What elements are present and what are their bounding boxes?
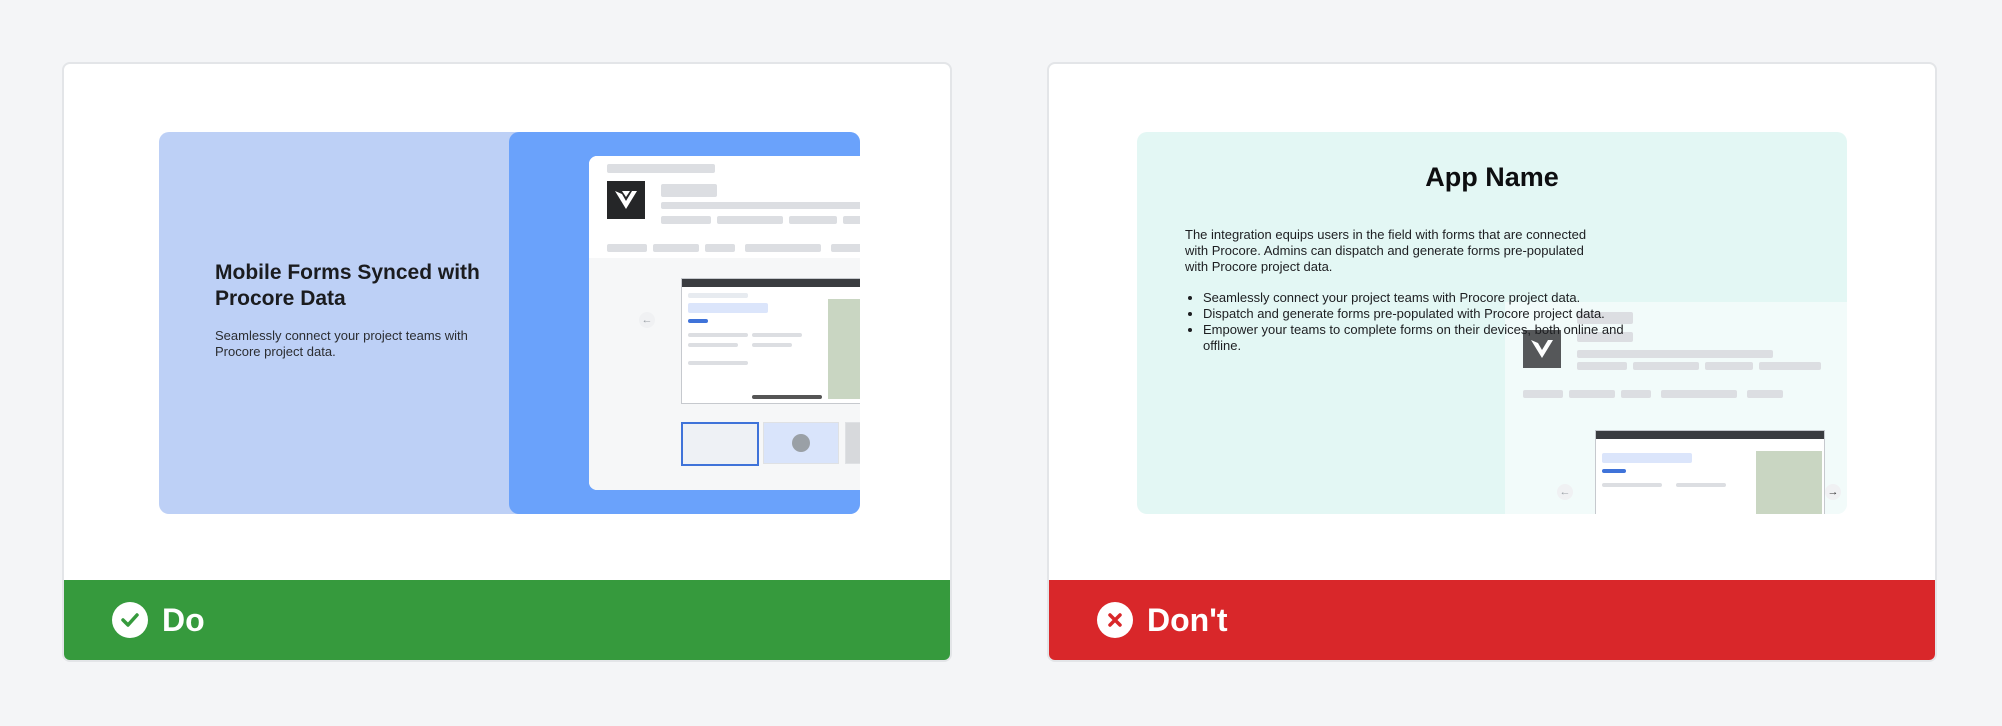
arrow-right-icon: → <box>1825 484 1841 500</box>
mockup-gallery: ← <box>589 258 860 490</box>
gallery-thumb-1[interactable] <box>681 422 759 466</box>
do-label: Do <box>162 601 205 638</box>
banner-headline: Mobile Forms Synced with Procore Data <box>215 261 480 310</box>
feature-list: Seamlessly connect your project teams wi… <box>1185 290 1663 354</box>
description-paragraph: The integration equips users in the fiel… <box>1185 227 1587 274</box>
banner-description: Seamlessly connect your project teams wi… <box>215 328 468 359</box>
dont-preview-banner: ← → App Name The integration equips user… <box>1137 132 1847 514</box>
mockup-header <box>589 156 860 259</box>
play-icon <box>792 434 810 452</box>
gallery-thumb-3[interactable] <box>845 422 860 464</box>
dont-footer: Don't <box>1049 580 1935 660</box>
list-item: Seamlessly connect your project teams wi… <box>1203 290 1663 306</box>
gallery-thumb-2[interactable] <box>763 422 839 464</box>
app-listing-mockup: ← <box>589 156 860 490</box>
check-circle-icon <box>112 602 148 638</box>
screenshot-preview <box>1595 430 1825 514</box>
screenshot-preview <box>681 278 860 404</box>
arrow-left-icon: ← <box>1557 484 1573 500</box>
do-preview-banner: Mobile Forms Synced with Procore Data Se… <box>159 132 860 514</box>
app-name-title: App Name <box>1425 162 1559 192</box>
x-circle-icon <box>1097 602 1133 638</box>
dont-label: Don't <box>1147 601 1228 638</box>
app-logo-icon <box>607 181 645 219</box>
list-item: Dispatch and generate forms pre-populate… <box>1203 306 1663 322</box>
do-footer: Do <box>64 580 950 660</box>
list-item: Empower your teams to complete forms on … <box>1203 322 1663 354</box>
map-thumbnail <box>1756 451 1822 514</box>
map-thumbnail <box>828 299 860 399</box>
arrow-left-icon: ← <box>639 312 655 328</box>
do-example-card: Mobile Forms Synced with Procore Data Se… <box>62 62 952 662</box>
dont-example-card: ← → App Name The integration equips user… <box>1047 62 1937 662</box>
